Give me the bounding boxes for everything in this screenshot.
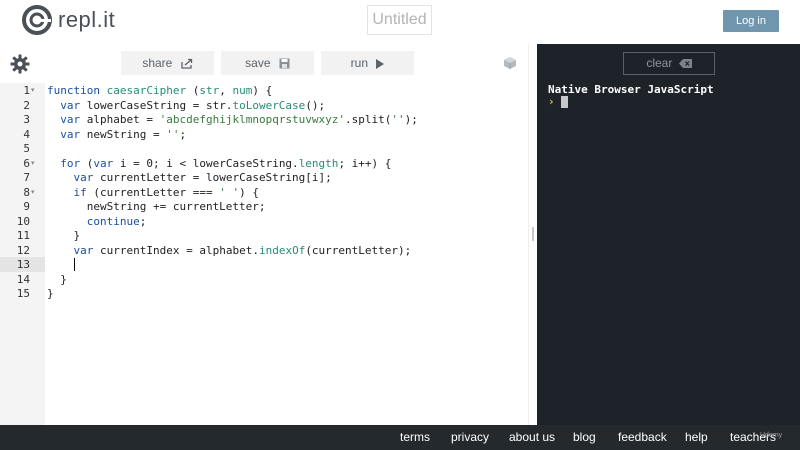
line-number: 15 <box>16 287 30 300</box>
console-cursor[interactable] <box>561 96 568 108</box>
code-line-6: for (var i = 0; i < lowerCaseString.leng… <box>60 156 392 170</box>
line-number: 7 <box>23 171 30 184</box>
line-number: 3 <box>23 113 30 126</box>
footer-link-feedback[interactable]: feedback <box>618 425 667 450</box>
code-line-1: function caesarCipher (str, num) { <box>47 84 273 97</box>
line-number: 2 <box>23 98 30 112</box>
replit-logo-icon <box>22 5 52 35</box>
run-button[interactable]: run <box>321 51 414 75</box>
footer-link-help[interactable]: help <box>685 425 708 450</box>
line-number: 14 <box>16 272 30 286</box>
code-line-9: newString += currentLetter; <box>47 200 266 213</box>
line-number: 4 <box>23 127 30 141</box>
code-line-15: } <box>47 287 54 300</box>
save-button[interactable]: save <box>221 51 314 75</box>
logo-text: repl.it <box>58 7 116 32</box>
share-button[interactable]: share <box>121 51 214 75</box>
fold-arrow-icon[interactable]: ▾ <box>31 186 41 201</box>
code-editor[interactable]: function caesarCipher (str, num) { var l… <box>45 83 528 425</box>
login-button[interactable]: Log in <box>723 10 779 32</box>
replit-logo[interactable]: repl.it <box>22 5 115 35</box>
line-number: 12 <box>16 243 30 257</box>
console-prompt: › <box>548 95 555 108</box>
splitter-grip[interactable] <box>532 227 534 241</box>
code-line-12: var currentIndex = alphabet.indexOf(curr… <box>73 243 412 257</box>
code-line-2: var lowerCaseString = str.toLowerCase(); <box>60 98 326 112</box>
line-number: 9 <box>23 200 30 213</box>
repl-title-input[interactable]: Untitled <box>367 5 432 35</box>
save-icon <box>279 58 290 69</box>
cube-icon[interactable] <box>503 56 517 70</box>
console-header-text: Native Browser JavaScript <box>548 83 714 96</box>
save-label: save <box>245 56 271 70</box>
share-label: share <box>142 56 173 70</box>
line-number: 1 <box>23 84 30 97</box>
line-number: 5 <box>23 142 30 155</box>
footer-link-privacy[interactable]: privacy <box>451 425 489 450</box>
clear-label: clear <box>646 56 673 70</box>
line-number: 6 <box>23 156 30 170</box>
code-line-10: continue; <box>86 214 147 228</box>
play-icon <box>376 58 385 69</box>
code-line-3: var alphabet = 'abcdefghijklmnopqrstuvwx… <box>60 113 418 126</box>
top-header: repl.it Untitled Log in <box>0 0 800 44</box>
gear-icon[interactable] <box>10 54 30 74</box>
code-line-7: var currentLetter = lowerCaseString[i]; <box>73 171 332 184</box>
fold-arrow-icon[interactable]: ▾ <box>31 84 41 99</box>
share-icon <box>181 59 192 69</box>
udemy-watermark: Udemy <box>760 432 783 439</box>
code-line-8: if (currentLetter === ' ') { <box>73 185 259 199</box>
line-number: 8 <box>23 185 30 199</box>
console-pane[interactable]: clear Native Browser JavaScript › <box>537 44 800 425</box>
editor-toolbar: share save run <box>0 44 537 83</box>
footer-link-about[interactable]: about us <box>509 425 555 450</box>
fold-arrow-icon[interactable]: ▾ <box>31 157 41 172</box>
clear-button[interactable]: clear <box>623 52 715 75</box>
run-label: run <box>350 56 368 70</box>
code-line-4: var newString = ''; <box>60 127 187 141</box>
code-line-14: } <box>47 272 67 286</box>
code-line-11: } <box>47 229 81 242</box>
pane-splitter[interactable] <box>528 44 537 425</box>
line-number: 13 <box>16 258 30 271</box>
backspace-icon <box>678 59 692 69</box>
footer-link-terms[interactable]: terms <box>400 425 430 450</box>
line-number: 11 <box>16 229 30 242</box>
line-number: 10 <box>16 214 30 228</box>
footer: terms privacy about us blog feedback hel… <box>0 425 800 450</box>
text-cursor <box>74 258 75 271</box>
footer-link-blog[interactable]: blog <box>573 425 596 450</box>
